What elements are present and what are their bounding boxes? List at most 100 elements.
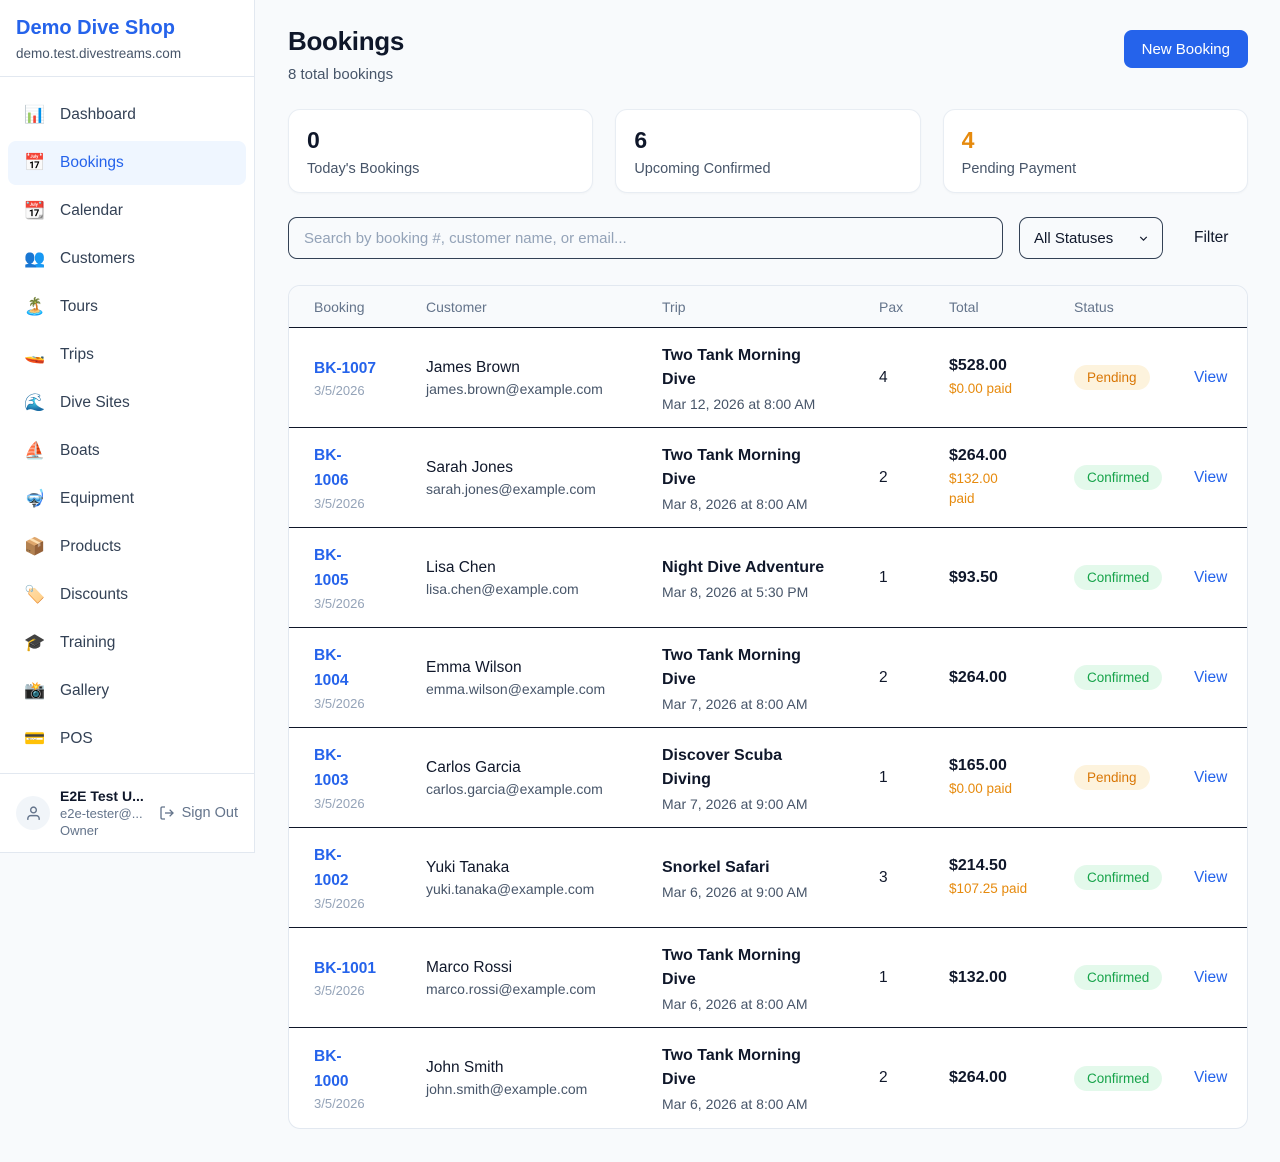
stats-cards: 0 Today's Bookings 6 Upcoming Confirmed … <box>288 109 1248 193</box>
trip-cell: Two Tank Morning Dive Mar 6, 2026 at 8:0… <box>662 1044 879 1112</box>
view-link[interactable]: View <box>1194 569 1227 587</box>
total-amount: $264.00 <box>949 669 1074 687</box>
filter-button[interactable]: Filter <box>1194 229 1228 247</box>
table-row: BK- 1004 3/5/2026 Emma Wilson emma.wilso… <box>289 628 1247 728</box>
view-link[interactable]: View <box>1194 469 1227 487</box>
booking-id-link[interactable]: BK- 1003 <box>314 744 426 794</box>
view-link[interactable]: View <box>1194 869 1227 887</box>
sidebar-item-gallery[interactable]: 📸 Gallery <box>8 669 246 713</box>
booking-id-link[interactable]: BK- 1004 <box>314 644 426 694</box>
status-filter-value: All Statuses <box>1034 230 1113 247</box>
bookings-icon: 📅 <box>24 153 46 173</box>
customer-cell: John Smith john.smith@example.com <box>426 1059 662 1097</box>
view-link[interactable]: View <box>1194 1069 1227 1087</box>
sidebar-nav: 📊 Dashboard 📅 Bookings 📆 Calendar 👥 Cust… <box>0 77 254 773</box>
sidebar-item-bookings[interactable]: 📅 Bookings <box>8 141 246 185</box>
sidebar-item-boats[interactable]: ⛵ Boats <box>8 429 246 473</box>
pax-count: 1 <box>879 769 949 787</box>
booking-date: 3/5/2026 <box>314 696 426 711</box>
sidebar-item-calendar[interactable]: 📆 Calendar <box>8 189 246 233</box>
sidebar-item-discounts[interactable]: 🏷️ Discounts <box>8 573 246 617</box>
booking-id-link[interactable]: BK- 1005 <box>314 544 426 594</box>
status-cell: Confirmed <box>1074 1066 1194 1091</box>
new-booking-button[interactable]: New Booking <box>1124 30 1248 68</box>
total-amount: $93.50 <box>949 569 1074 587</box>
booking-cell: BK-1001 3/5/2026 <box>314 957 426 999</box>
status-cell: Confirmed <box>1074 865 1194 890</box>
view-link[interactable]: View <box>1194 969 1227 987</box>
page-title: Bookings <box>288 26 404 57</box>
trips-icon: 🚤 <box>24 345 46 365</box>
sign-out-label: Sign Out <box>182 805 238 821</box>
paid-amount: $0.00 paid <box>949 779 1074 799</box>
total-amount: $214.50 <box>949 857 1074 875</box>
sidebar-item-label: Training <box>60 634 115 652</box>
trip-datetime: Mar 6, 2026 at 8:00 AM <box>662 996 879 1012</box>
trip-cell: Two Tank Morning Dive Mar 7, 2026 at 8:0… <box>662 644 879 712</box>
booking-id-link[interactable]: BK- 1006 <box>314 444 426 494</box>
total-cell: $264.00 $132.00 paid <box>949 447 1074 508</box>
total-amount: $165.00 <box>949 757 1074 775</box>
customer-cell: Marco Rossi marco.rossi@example.com <box>426 959 662 997</box>
sidebar-item-equipment[interactable]: 🤿 Equipment <box>8 477 246 521</box>
trip-name: Discover Scuba Diving <box>662 744 879 792</box>
user-icon <box>25 805 42 822</box>
pax-count: 4 <box>879 369 949 387</box>
booking-id-link[interactable]: BK-1007 <box>314 357 426 382</box>
customer-cell: James Brown james.brown@example.com <box>426 359 662 397</box>
trip-datetime: Mar 12, 2026 at 8:00 AM <box>662 396 879 412</box>
stat-value: 6 <box>634 127 901 154</box>
sidebar-item-label: Tours <box>60 298 98 316</box>
customer-name: John Smith <box>426 1059 662 1077</box>
booking-id-link[interactable]: BK- 1002 <box>314 844 426 894</box>
sidebar-item-trips[interactable]: 🚤 Trips <box>8 333 246 377</box>
search-input[interactable] <box>288 217 1003 259</box>
status-badge: Pending <box>1074 765 1150 790</box>
sidebar-item-dashboard[interactable]: 📊 Dashboard <box>8 93 246 137</box>
column-header-total: Total <box>949 299 1074 315</box>
booking-id-link[interactable]: BK-1001 <box>314 957 426 982</box>
sidebar-item-pos[interactable]: 💳 POS <box>8 717 246 761</box>
customer-email: lisa.chen@example.com <box>426 581 662 597</box>
sidebar-item-customers[interactable]: 👥 Customers <box>8 237 246 281</box>
status-filter-select[interactable]: All Statuses <box>1019 217 1163 259</box>
total-amount: $132.00 <box>949 969 1074 987</box>
table-row: BK- 1002 3/5/2026 Yuki Tanaka yuki.tanak… <box>289 828 1247 928</box>
sidebar-item-training[interactable]: 🎓 Training <box>8 621 246 665</box>
equipment-icon: 🤿 <box>24 489 46 509</box>
view-link[interactable]: View <box>1194 769 1227 787</box>
tours-icon: 🏝️ <box>24 297 46 317</box>
booking-cell: BK- 1005 3/5/2026 <box>314 544 426 611</box>
shop-name: Demo Dive Shop <box>16 17 238 40</box>
stat-card: 4 Pending Payment <box>943 109 1248 193</box>
pax-count: 2 <box>879 669 949 687</box>
booking-cell: BK- 1006 3/5/2026 <box>314 444 426 511</box>
user-section: E2E Test U... e2e-tester@... Owner Sign … <box>0 773 254 852</box>
sidebar-item-dive-sites[interactable]: 🌊 Dive Sites <box>8 381 246 425</box>
table-header: BookingCustomerTripPaxTotalStatus <box>289 286 1247 328</box>
pax-count: 1 <box>879 569 949 587</box>
dive-sites-icon: 🌊 <box>24 393 46 413</box>
user-meta: E2E Test U... e2e-tester@... Owner <box>60 788 144 838</box>
pax-count: 2 <box>879 1069 949 1087</box>
total-bookings-count: 8 total bookings <box>288 66 404 83</box>
sidebar-item-tours[interactable]: 🏝️ Tours <box>8 285 246 329</box>
avatar <box>16 796 50 830</box>
sidebar-item-products[interactable]: 📦 Products <box>8 525 246 569</box>
booking-date: 3/5/2026 <box>314 383 426 398</box>
customer-cell: Carlos Garcia carlos.garcia@example.com <box>426 759 662 797</box>
view-link[interactable]: View <box>1194 369 1227 387</box>
customer-name: Yuki Tanaka <box>426 859 662 877</box>
sidebar-item-label: Gallery <box>60 682 109 700</box>
booking-date: 3/5/2026 <box>314 896 426 911</box>
trip-datetime: Mar 7, 2026 at 8:00 AM <box>662 696 879 712</box>
status-badge: Confirmed <box>1074 965 1162 990</box>
column-header-pax: Pax <box>879 299 949 315</box>
total-cell: $528.00 $0.00 paid <box>949 357 1074 399</box>
booking-date: 3/5/2026 <box>314 796 426 811</box>
view-link[interactable]: View <box>1194 669 1227 687</box>
sign-out-button[interactable]: Sign Out <box>159 805 238 821</box>
booking-id-link[interactable]: BK- 1000 <box>314 1045 426 1095</box>
customer-email: emma.wilson@example.com <box>426 681 662 697</box>
customers-icon: 👥 <box>24 249 46 269</box>
